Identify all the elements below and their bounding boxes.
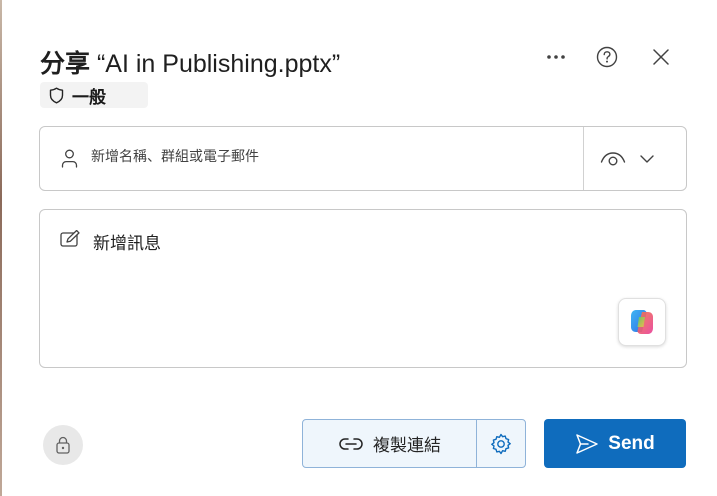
copy-link-group: 複製連結 (302, 419, 526, 468)
person-icon (61, 149, 78, 168)
copy-link-label: 複製連結 (373, 436, 441, 456)
dismiss-icon (653, 49, 669, 65)
help-button[interactable] (591, 42, 623, 72)
sensitivity-label[interactable]: 一般 (40, 82, 148, 108)
link-settings-button[interactable] (477, 420, 525, 467)
message-input[interactable] (93, 229, 613, 329)
more-horizontal-icon (547, 55, 565, 59)
permission-dropdown[interactable] (600, 145, 670, 173)
more-options-button[interactable] (540, 42, 572, 72)
shield-icon (49, 87, 64, 103)
copilot-icon (631, 310, 653, 334)
dialog-title: 分享 “AI in Publishing.pptx” (40, 44, 340, 80)
people-picker[interactable] (39, 126, 687, 191)
sensitivity-label-text: 一般 (72, 87, 106, 108)
people-search-input[interactable] (91, 143, 571, 171)
picker-divider (583, 127, 584, 190)
question-circle-icon (596, 46, 618, 68)
title-file-name: “AI in Publishing.pptx” (96, 50, 341, 78)
send-button[interactable]: Send (544, 419, 686, 468)
gear-icon (491, 433, 511, 454)
link-access-lock-button[interactable] (43, 425, 83, 465)
send-icon (576, 433, 599, 454)
message-box[interactable] (39, 209, 687, 368)
lock-icon (56, 436, 70, 454)
edit-icon (60, 230, 80, 247)
close-button[interactable] (645, 42, 677, 72)
copy-link-button[interactable]: 複製連結 (303, 420, 477, 467)
title-prefix: 分享 (40, 49, 91, 78)
copilot-button[interactable] (618, 298, 666, 346)
share-dialog: 分享 “AI in Publishing.pptx” 一般 新增名稱、群組或電子… (2, 0, 717, 496)
link-icon (339, 437, 363, 450)
chevron-down-icon (640, 155, 654, 163)
send-label: Send (608, 432, 655, 454)
eye-icon (600, 152, 626, 166)
